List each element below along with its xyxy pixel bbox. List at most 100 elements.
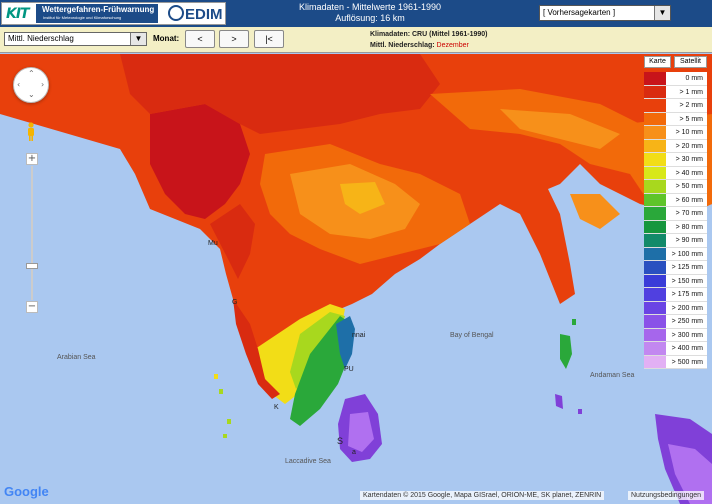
legend-swatch [644,261,666,274]
legend-label: > 80 mm [675,223,703,231]
prev-month-button[interactable]: < [185,30,215,48]
legend-row: 0 mm [644,72,707,86]
city-label-chennai: nnai [352,332,366,339]
legend-label: > 100 mm [671,250,703,258]
forecast-map-select[interactable]: [ Vorhersagekarten ] ▼ [539,5,671,21]
legend-swatch [644,193,666,206]
pan-up-icon[interactable]: ⌃ [28,69,35,78]
map-canvas[interactable]: Arabian Sea Bay of Bengal Andaman Sea La… [0,54,712,504]
legend-label: > 30 mm [675,156,703,163]
legend-swatch [644,166,666,179]
first-month-button[interactable]: |< [254,30,284,48]
toolbar: Mittl. Niederschlag ▼ Monat: < > |< Klim… [0,27,712,53]
wettergefahren-title: Wettergefahren-Frühwarnung [42,5,155,14]
zoom-out-button[interactable]: − [26,301,38,313]
island-dot [214,374,218,379]
legend-label: > 175 mm [671,291,703,298]
legend-swatch [644,99,666,112]
zoom-in-button[interactable]: + [26,153,38,165]
legend-swatch [644,328,666,341]
map-type-control: Karte Satellit [644,56,707,68]
data-info: Klimadaten: CRU (Mittel 1961-1990) Mittl… [370,29,487,51]
city-label-puducherry: PU [344,366,354,373]
city-label-kochi: K [274,404,279,411]
legend-row: > 60 mm [644,193,707,207]
kit-logo[interactable]: KIT [6,6,30,22]
city-label-srilanka: S [337,436,344,446]
pegman-icon[interactable] [26,122,36,142]
parameter-month-text: Mittl. Niederschlag: Dezember [370,40,487,51]
data-source-text: Klimadaten: CRU (Mittel 1961-1990) [370,31,488,38]
legend-row: > 50 mm [644,180,707,194]
parameter-select-value: Mittl. Niederschlag [8,34,74,43]
wettergefahren-banner[interactable]: Wettergefahren-Frühwarnung Institut für … [36,4,158,23]
legend-label: > 70 mm [675,210,703,217]
page-title: Klimadaten - Mittelwerte 1961-1990 Auflö… [250,2,490,24]
legend-swatch [644,274,666,287]
header-bar: KIT Wettergefahren-Frühwarnung Institut … [0,0,712,27]
legend-swatch [644,301,666,314]
legend-row: > 80 mm [644,220,707,234]
legend-row: > 400 mm [644,342,707,356]
legend-swatch [644,207,666,220]
legend-label: > 60 mm [675,196,703,204]
map-attribution: Kartendaten © 2015 Google, Mapa GISrael,… [360,491,605,500]
legend-swatch [644,85,666,98]
zoom-slider-thumb[interactable] [26,263,38,269]
legend-label: > 2 mm [679,102,703,109]
legend-label: > 300 mm [671,331,703,339]
parameter-select[interactable]: Mittl. Niederschlag ▼ [4,32,147,46]
legend-label: > 250 mm [671,318,703,325]
legend-swatch [644,139,666,152]
title-line-2: Auflösung: 16 km [335,13,405,23]
pan-down-icon[interactable]: ⌄ [28,90,35,99]
island-dot [223,434,227,438]
month-value: Dezember [436,42,469,49]
legend-row: > 500 mm [644,355,707,369]
precipitation-legend: 0 mm > 1 mm > 2 mm > 5 mm > 10 mm > 20 mm > 30… [644,72,707,369]
legend-swatch [644,247,666,260]
legend-row: > 300 mm [644,328,707,342]
legend-label: 0 mm [685,75,704,82]
legend-label: > 150 mm [671,277,703,285]
legend-swatch [644,315,666,328]
pan-control[interactable]: ⌃ ‹ › ⌄ [13,67,49,103]
map-type-map-button[interactable]: Karte [644,56,671,68]
zoom-slider-track[interactable] [31,166,33,300]
city-label-mumbai: Mu [208,240,218,247]
legend-swatch [644,112,666,125]
cedim-logo[interactable]: EDIM [168,5,223,23]
legend-label: > 500 mm [671,358,703,366]
app-window: KIT Wettergefahren-Frühwarnung Institut … [0,0,712,504]
label-arabian-sea: Arabian Sea [57,354,96,361]
legend-swatch [644,342,666,355]
precipitation-map [0,54,712,504]
legend-label: > 400 mm [671,345,703,352]
legend-swatch [644,288,666,301]
wettergefahren-subtitle: Institut für Meteorologie und Klimaforsc… [43,15,122,20]
legend-row: > 90 mm [644,234,707,248]
title-line-1: Klimadaten - Mittelwerte 1961-1990 [298,2,442,12]
legend-swatch [644,180,666,193]
map-type-satellite-button[interactable]: Satellit [674,56,707,68]
legend-swatch [644,126,666,139]
parameter-name: Mittl. Niederschlag: [370,42,437,49]
pan-left-icon[interactable]: ‹ [17,80,20,89]
terms-link[interactable]: Nutzungsbedingungen [628,491,705,500]
pan-right-icon[interactable]: › [41,80,44,89]
legend-swatch [644,72,666,85]
legend-row: > 10 mm [644,126,707,140]
legend-row: > 150 mm [644,274,707,288]
chevron-down-icon[interactable]: ▼ [654,6,670,20]
legend-row: > 70 mm [644,207,707,221]
legend-swatch [644,355,666,368]
next-month-button[interactable]: > [219,30,249,48]
legend-label: > 125 mm [671,264,703,271]
legend-swatch [644,153,666,166]
label-bay-of-bengal: Bay of Bengal [450,332,494,339]
label-andaman-sea: Andaman Sea [590,372,635,379]
legend-row: > 200 mm [644,301,707,315]
legend-label: > 200 mm [671,304,703,312]
legend-label: > 50 mm [675,183,703,190]
chevron-down-icon[interactable]: ▼ [130,33,146,45]
